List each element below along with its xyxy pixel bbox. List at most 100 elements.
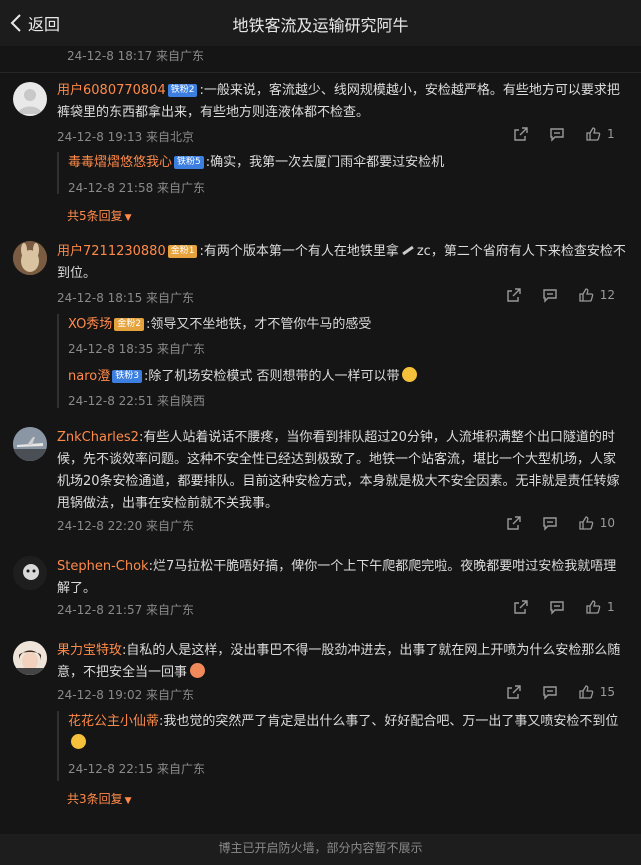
comment-icon — [543, 686, 557, 700]
fan-badge: 铁粉5 — [174, 156, 204, 169]
like-button[interactable]: 1 — [585, 126, 615, 142]
more-replies-link[interactable]: 共3条回复 ▼ — [67, 790, 132, 807]
thumbs-up-icon — [579, 685, 594, 699]
comment-meta: 24-12-8 19:13 来自北京 — [57, 130, 195, 144]
share-button[interactable] — [513, 126, 529, 142]
comment-icon — [543, 517, 557, 531]
like-count: 10 — [599, 516, 615, 530]
avatar[interactable] — [13, 82, 47, 116]
comment-icon — [550, 601, 564, 615]
comment-actions: 1 — [493, 126, 615, 142]
reply-meta: 24-12-8 18:35 来自广东 — [68, 342, 206, 356]
username[interactable]: Stephen-Chok — [57, 559, 149, 574]
fan-badge: 铁粉3 — [112, 370, 142, 383]
comment-button[interactable] — [549, 126, 565, 142]
comment-body: 用户7211230880 金粉1:有两个版本第一个有人在地铁里拿 zc，第二个省府有… — [57, 241, 627, 285]
comment-button[interactable] — [542, 515, 558, 531]
username[interactable]: XO秀场 — [68, 317, 112, 332]
knife-emoji-icon — [402, 245, 414, 256]
avatar[interactable] — [13, 556, 47, 590]
comment-actions: 1 — [493, 599, 615, 615]
reply-text: :我也觉的突然严了肯定是出什么事了、好好配合吧、万一出了事又喷安检不到位 — [159, 714, 619, 729]
triangle-down-icon: ▼ — [124, 213, 132, 223]
reply-text: :确实，我第一次去厦门雨伞都要过安检机 — [205, 155, 445, 170]
reply: naro澄 铁粉3:除了机场安检模式 否则想带的人一样可以带 — [68, 366, 418, 388]
fan-badge: 金粉1 — [167, 245, 198, 258]
fan-badge: 铁粉2 — [167, 84, 198, 97]
top-bar: 返回 地铁客流及运输研究阿牛 — [0, 0, 641, 46]
comment-button[interactable] — [542, 684, 558, 700]
like-button[interactable]: 15 — [578, 684, 615, 700]
username[interactable]: ZnkCharles2 — [57, 430, 139, 445]
comment-icon — [550, 128, 564, 142]
comment-body: ZnkCharles2:有些人站着说话不腰疼，当你看到排队超过20分钟，人流堆积… — [57, 427, 627, 515]
angry-emoji-icon — [190, 663, 206, 678]
more-replies-link[interactable]: 共5条回复 ▼ — [67, 207, 132, 224]
comment-body: 果力宝特玫:自私的人是这样，没出事巴不得一股劲冲进去，出事了就在网上开喷为什么安… — [57, 640, 627, 684]
like-count: 1 — [607, 600, 615, 614]
thumbs-up-icon — [579, 288, 594, 302]
comment-actions: 15 — [486, 684, 615, 700]
thumbs-up-icon — [586, 127, 601, 141]
comment-meta: 24-12-8 19:02 来自广东 — [57, 688, 195, 702]
user-avatar-image — [13, 556, 47, 590]
share-icon — [514, 600, 528, 614]
share-button[interactable] — [506, 515, 522, 531]
avatar[interactable] — [13, 641, 47, 675]
comment-actions: 10 — [486, 515, 615, 531]
username[interactable]: 用户6080770804 — [57, 83, 166, 98]
page-title: 地铁客流及运输研究阿牛 — [232, 16, 409, 35]
reply-text: :领导又不坐地铁，才不管你牛马的感受 — [146, 317, 372, 332]
comment-meta: 24-12-8 18:15 来自广东 — [57, 291, 195, 305]
reply-text: :除了机场安检模式 否则想带的人一样可以带 — [143, 369, 400, 384]
firewall-notice: 博主已开启防火墙，部分内容暂不展示 — [0, 834, 641, 865]
laughing-emoji-icon — [402, 367, 418, 382]
username[interactable]: 毒毒熠熠悠悠我心 — [68, 155, 172, 170]
share-icon — [507, 288, 521, 302]
share-icon — [507, 685, 521, 699]
share-icon — [507, 516, 521, 530]
default-user-icon — [18, 89, 42, 114]
user-avatar-image — [13, 241, 47, 275]
thumbs-up-icon — [586, 600, 601, 614]
reply-meta: 24-12-8 22:15 来自广东 — [68, 762, 206, 776]
more-replies-label: 共3条回复 — [67, 792, 123, 806]
comment-actions: 12 — [486, 287, 615, 303]
comment-text: :自私的人是这样，没出事巴不得一股劲冲进去，出事了就在网上开喷为什么安检那么随意… — [57, 643, 621, 680]
avatar[interactable] — [13, 427, 47, 461]
comment-body: Stephen-Chok:烂7马拉松干脆唔好搞，俾你一个上下午爬都爬完啦。夜晚都… — [57, 556, 627, 600]
divider — [0, 72, 641, 73]
comment-button[interactable] — [549, 599, 565, 615]
share-button[interactable] — [506, 287, 522, 303]
share-button[interactable] — [513, 599, 529, 615]
comment-body: 用户6080770804 铁粉2:一般来说，客流越少、线网规模越小，安检越严格。有… — [57, 80, 627, 124]
share-icon — [514, 127, 528, 141]
like-button[interactable]: 10 — [578, 515, 615, 531]
laughing-emoji-icon — [71, 734, 86, 749]
like-count: 1 — [607, 127, 615, 141]
username[interactable]: 花花公主小仙蒂 — [68, 714, 159, 729]
share-button[interactable] — [506, 684, 522, 700]
triangle-down-icon: ▼ — [124, 796, 132, 806]
more-replies-label: 共5条回复 — [67, 209, 123, 223]
fan-badge: 金粉2 — [114, 318, 145, 331]
avatar[interactable] — [13, 241, 47, 275]
reply-meta: 24-12-8 21:58 来自广东 — [68, 181, 206, 195]
comment-text: :有两个版本第一个有人在地铁里拿 — [199, 244, 399, 259]
username[interactable]: 果力宝特玫 — [57, 643, 122, 658]
comment-meta: 24-12-8 22:20 来自广东 — [57, 519, 195, 533]
thumbs-up-icon — [579, 516, 594, 530]
username[interactable]: 用户7211230880 — [57, 244, 166, 259]
like-button[interactable]: 12 — [578, 287, 615, 303]
username[interactable]: naro澄 — [68, 369, 110, 384]
airplane-avatar-image — [13, 427, 47, 461]
like-count: 15 — [599, 685, 615, 699]
comment-icon — [543, 289, 557, 303]
reply-meta: 24-12-8 22:51 来自陕西 — [68, 394, 206, 408]
comment-button[interactable] — [542, 287, 558, 303]
comment-meta: 24-12-8 18:17 来自广东 — [67, 49, 205, 63]
comment-text: :有些人站着说话不腰疼，当你看到排队超过20分钟，人流堆积满整个出口隧道的时候，… — [57, 430, 620, 511]
comment-meta: 24-12-8 21:57 来自广东 — [57, 603, 195, 617]
like-count: 12 — [599, 288, 615, 302]
like-button[interactable]: 1 — [585, 599, 615, 615]
